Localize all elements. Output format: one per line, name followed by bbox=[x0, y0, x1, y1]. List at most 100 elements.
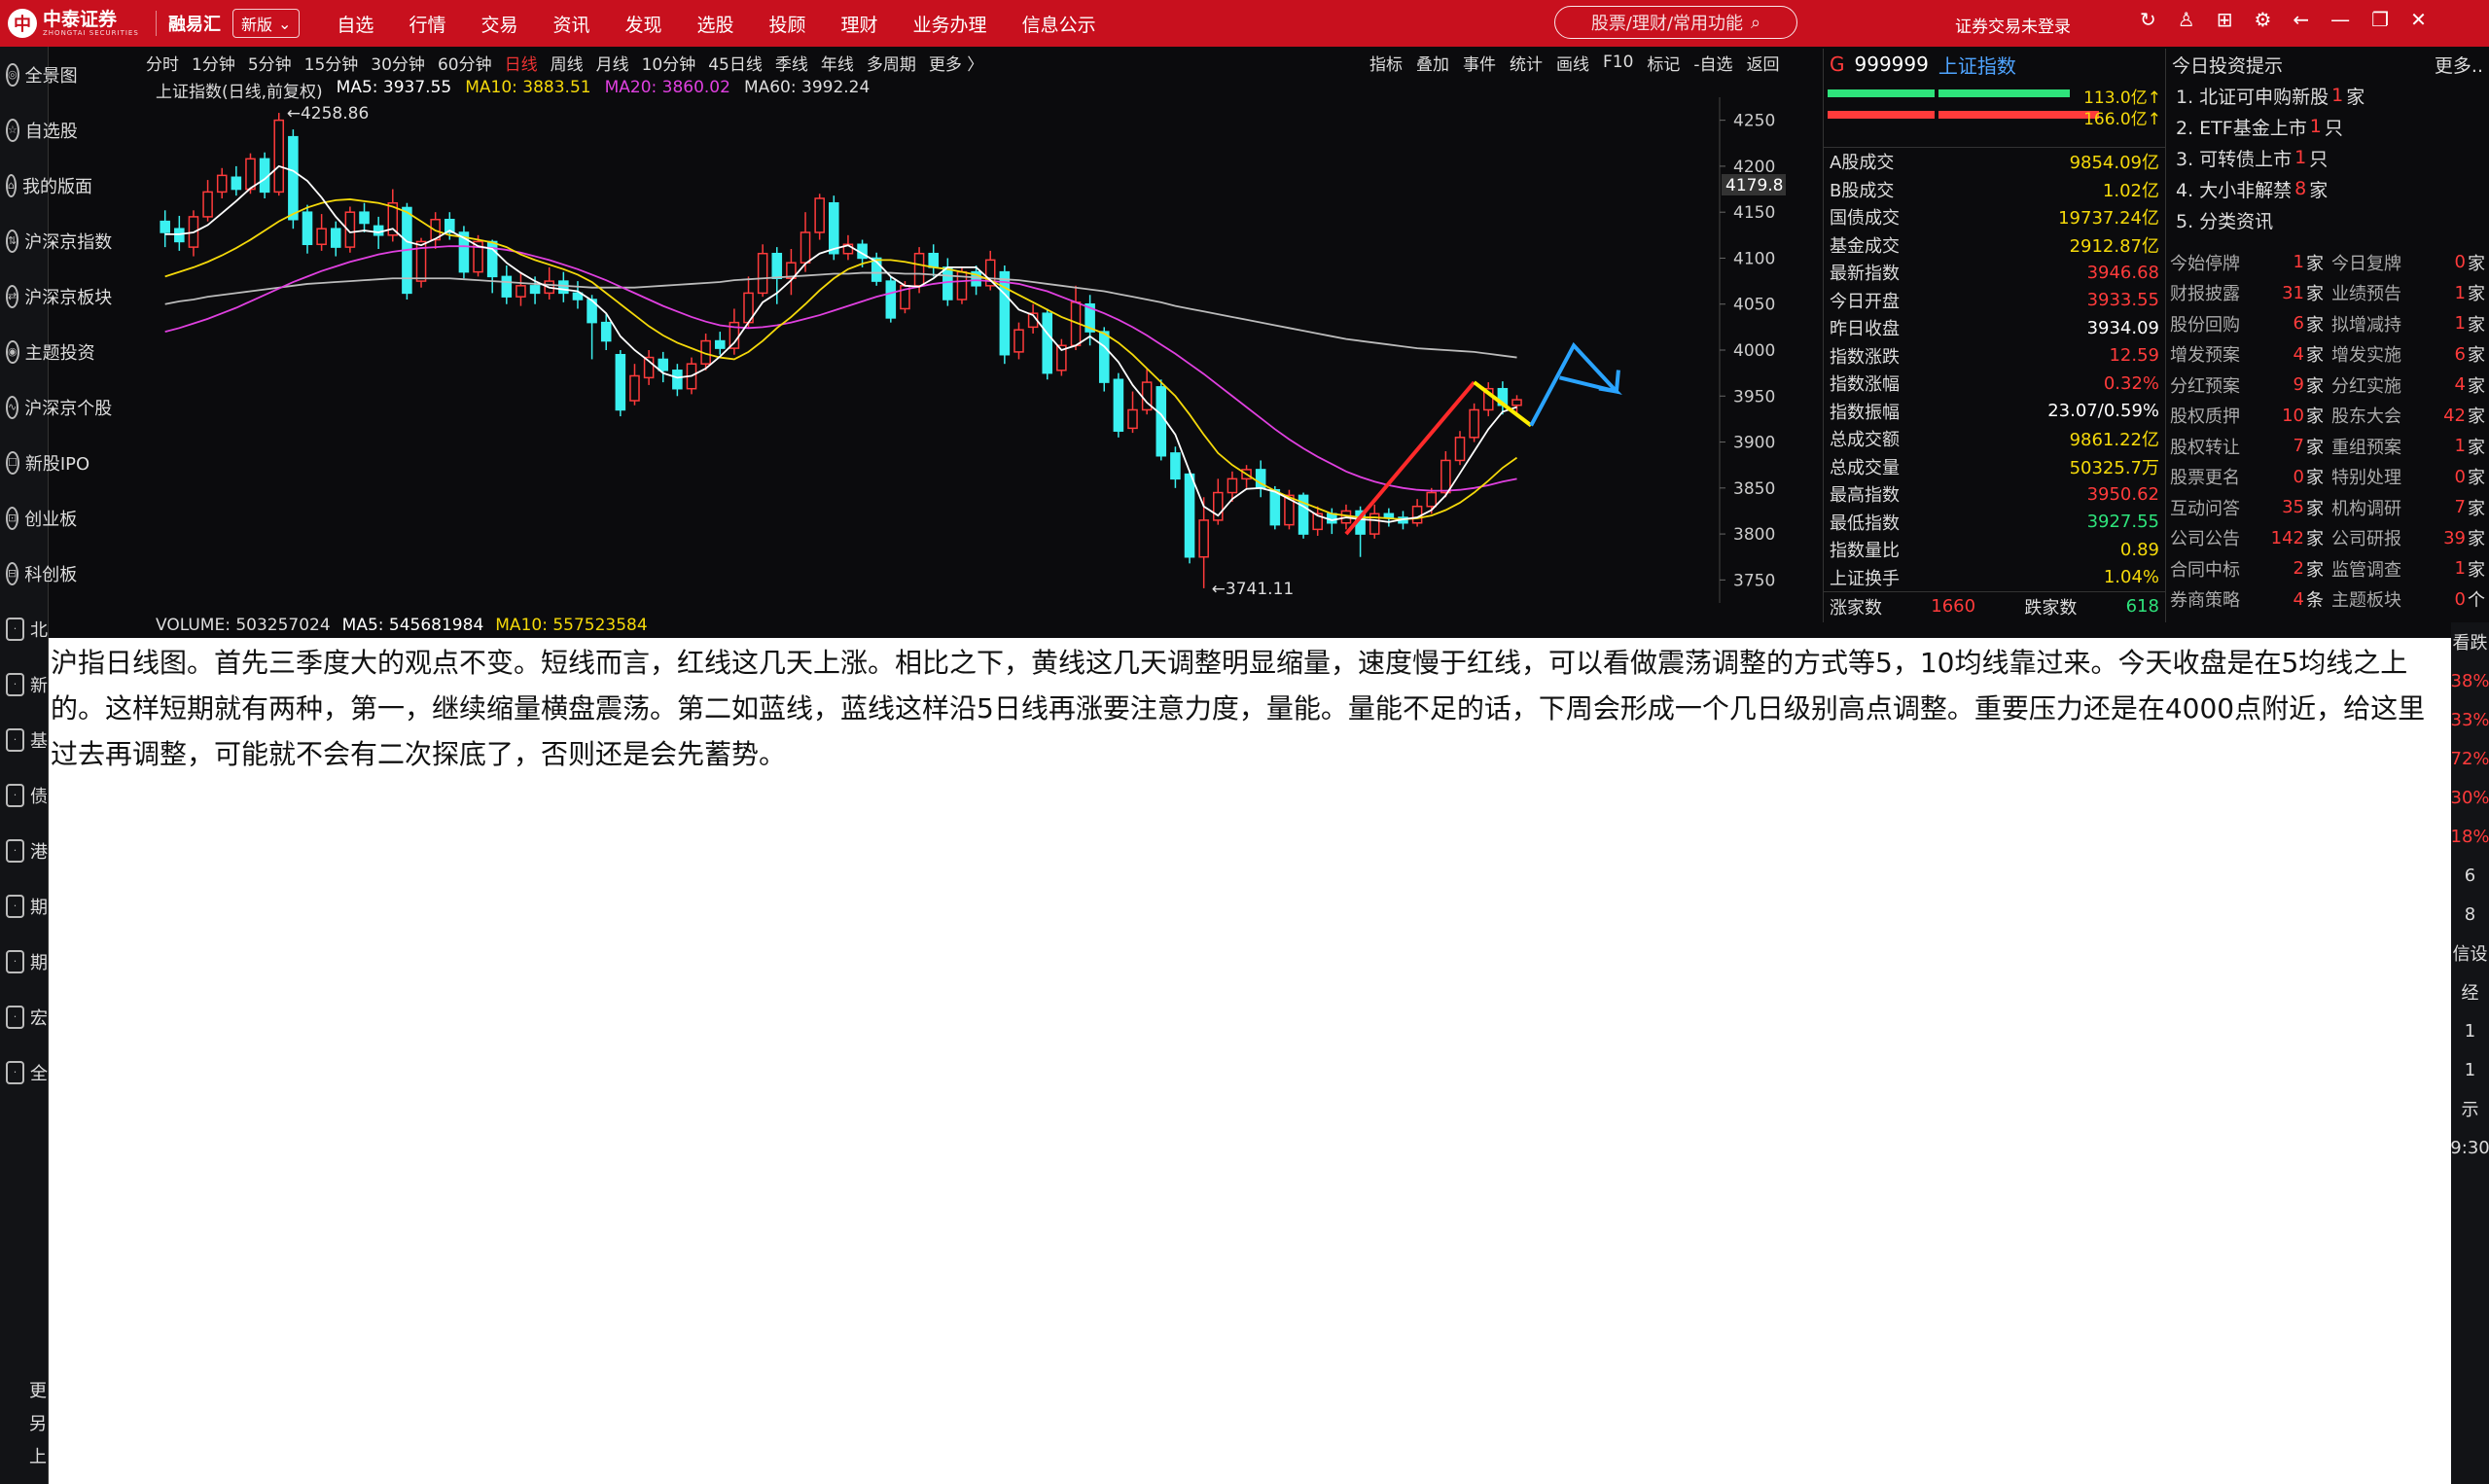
menu-item-6[interactable]: 投顾 bbox=[752, 11, 824, 37]
sidebar-item-4[interactable]: ⇄ 沪深京板块 bbox=[0, 268, 112, 324]
search-icon[interactable]: ⌕ bbox=[1751, 13, 1760, 33]
tips-grid-cell[interactable]: 股东大会 42 家 bbox=[2328, 403, 2489, 428]
tips-grid-cell[interactable]: 主题板块 0 个 bbox=[2328, 586, 2489, 612]
period-tab-2[interactable]: 5分钟 bbox=[248, 51, 292, 75]
menu-item-9[interactable]: 信息公示 bbox=[1005, 11, 1114, 37]
tips-grid-cell[interactable]: 股权质押 10 家 bbox=[2166, 403, 2328, 428]
menu-item-7[interactable]: 理财 bbox=[824, 11, 896, 37]
skin-icon[interactable]: ♙ bbox=[2178, 8, 2195, 31]
tips-grid-cell[interactable]: 券商策略 4 条 bbox=[2166, 586, 2328, 612]
tips-grid-cell[interactable]: 业绩预告 1 家 bbox=[2328, 280, 2489, 305]
version-select[interactable]: 新版 ⌄ bbox=[232, 9, 301, 38]
tool-button-8[interactable]: 返回 bbox=[1747, 51, 1780, 75]
tips-grid-cell[interactable]: 拟增减持 1 家 bbox=[2328, 311, 2489, 336]
sidebar-extra-5[interactable]: · 期 bbox=[0, 878, 48, 934]
tips-grid-cell[interactable]: 今始停牌 1 家 bbox=[2166, 250, 2328, 275]
menu-item-1[interactable]: 行情 bbox=[391, 11, 463, 37]
tool-button-4[interactable]: 画线 bbox=[1556, 51, 1589, 75]
tips-grid-cell[interactable]: 重组预案 1 家 bbox=[2328, 434, 2489, 459]
period-tab-3[interactable]: 15分钟 bbox=[304, 51, 359, 75]
restore-icon[interactable]: ❐ bbox=[2371, 8, 2389, 31]
tips-grid-cell[interactable]: 机构调研 7 家 bbox=[2328, 495, 2489, 520]
sidebar-item-3[interactable]: ⇅ 沪深京指数 bbox=[0, 213, 112, 268]
sidebar-extra-1[interactable]: · 新 bbox=[0, 656, 48, 712]
tips-grid-cell[interactable]: 股权转让 7 家 bbox=[2166, 434, 2328, 459]
tips-grid-cell[interactable]: 公司公告 142 家 bbox=[2166, 525, 2328, 550]
period-tab-13[interactable]: 多周期 bbox=[867, 51, 916, 75]
tip-item-0[interactable]: 1. 北证可申购新股 1 家 bbox=[2166, 80, 2489, 111]
period-tab-4[interactable]: 30分钟 bbox=[371, 51, 425, 75]
grid-icon[interactable]: ⊞ bbox=[2217, 8, 2233, 31]
sidebar-extra-6[interactable]: · 期 bbox=[0, 934, 48, 989]
tool-button-2[interactable]: 事件 bbox=[1463, 51, 1496, 75]
refresh-icon[interactable]: ↻ bbox=[2140, 8, 2156, 31]
sidebar-item-1[interactable]: ☆ 自选股 bbox=[0, 102, 78, 158]
period-tab-8[interactable]: 月线 bbox=[596, 51, 629, 75]
sidebar-bottom-2[interactable]: 上 bbox=[29, 1441, 47, 1474]
sidebar-item-7[interactable]: ☐ 新股IPO bbox=[0, 435, 89, 490]
quote-name[interactable]: 上证指数 bbox=[1938, 51, 2016, 79]
sidebar-extra-7[interactable]: · 宏 bbox=[0, 989, 48, 1044]
menu-item-5[interactable]: 选股 bbox=[680, 11, 752, 37]
tip-item-3[interactable]: 4. 大小非解禁 8 家 bbox=[2166, 173, 2489, 204]
tips-grid-cell[interactable]: 股份回购 6 家 bbox=[2166, 311, 2328, 336]
tips-grid-cell[interactable]: 分红预案 9 家 bbox=[2166, 372, 2328, 398]
sidebar-item-2[interactable]: ⌂ 我的版面 bbox=[0, 158, 92, 213]
period-tab-9[interactable]: 10分钟 bbox=[642, 51, 696, 75]
tips-grid-cell[interactable]: 增发预案 4 家 bbox=[2166, 341, 2328, 367]
menu-item-8[interactable]: 业务办理 bbox=[896, 11, 1005, 37]
menu-item-0[interactable]: 自选 bbox=[319, 11, 391, 37]
tips-grid-cell[interactable]: 增发实施 6 家 bbox=[2328, 341, 2489, 367]
kline-chart[interactable]: 4250 4200 4150 4100 4050 4000 3950 3900 3850 3800… bbox=[154, 97, 1821, 613]
close-icon[interactable]: ✕ bbox=[2410, 8, 2427, 31]
settings-icon[interactable]: ⚙ bbox=[2254, 8, 2271, 31]
tool-button-7[interactable]: -自选 bbox=[1693, 51, 1732, 75]
period-tab-7[interactable]: 周线 bbox=[551, 51, 584, 75]
tips-grid-cell[interactable]: 互动问答 35 家 bbox=[2166, 495, 2328, 520]
menu-item-3[interactable]: 资讯 bbox=[535, 11, 607, 37]
tips-grid-cell[interactable]: 今日复牌 0 家 bbox=[2328, 250, 2489, 275]
menu-item-4[interactable]: 发现 bbox=[607, 11, 679, 37]
tips-more-link[interactable]: 更多.. bbox=[2435, 52, 2483, 78]
sidebar-bottom-0[interactable]: 更 bbox=[29, 1375, 47, 1408]
back-icon[interactable]: ← bbox=[2293, 8, 2309, 31]
login-status[interactable]: 证券交易未登录 bbox=[1955, 13, 2071, 37]
sidebar-item-6[interactable]: ∿ 沪深京个股 bbox=[0, 379, 112, 435]
period-tab-10[interactable]: 45日线 bbox=[708, 51, 763, 75]
menu-item-2[interactable]: 交易 bbox=[463, 11, 535, 37]
tips-grid-cell[interactable]: 合同中标 2 家 bbox=[2166, 556, 2328, 582]
period-tab-14[interactable]: 更多 〉 bbox=[929, 51, 983, 75]
sidebar-item-9[interactable]: ⊟ 科创板 bbox=[0, 546, 77, 601]
tips-grid-cell[interactable]: 分红实施 4 家 bbox=[2328, 372, 2489, 398]
sidebar-extra-4[interactable]: · 港 bbox=[0, 823, 48, 878]
search-input[interactable]: 股票/理财/常用功能 ⌕ bbox=[1554, 6, 1797, 39]
tip-item-2[interactable]: 3. 可转债上市 1 只 bbox=[2166, 142, 2489, 173]
minimize-icon[interactable]: — bbox=[2330, 8, 2350, 31]
tool-button-6[interactable]: 标记 bbox=[1647, 51, 1680, 75]
tip-item-1[interactable]: 2. ETF基金上市 1 只 bbox=[2166, 111, 2489, 142]
sidebar-extra-3[interactable]: · 债 bbox=[0, 767, 48, 823]
tool-button-3[interactable]: 统计 bbox=[1510, 51, 1543, 75]
period-tab-5[interactable]: 60分钟 bbox=[438, 51, 492, 75]
tip-item-4[interactable]: 5. 分类资讯 bbox=[2166, 204, 2489, 235]
period-tab-0[interactable]: 分时 bbox=[146, 51, 179, 75]
sidebar-extra-2[interactable]: · 基 bbox=[0, 712, 48, 767]
period-tab-1[interactable]: 1分钟 bbox=[192, 51, 235, 75]
period-tab-12[interactable]: 年线 bbox=[821, 51, 854, 75]
tool-button-1[interactable]: 叠加 bbox=[1416, 51, 1449, 75]
sidebar-extra-8[interactable]: · 全 bbox=[0, 1044, 48, 1100]
tips-grid-cell[interactable]: 股票更名 0 家 bbox=[2166, 464, 2328, 489]
sidebar-bottom-1[interactable]: 另 bbox=[29, 1408, 47, 1441]
period-tab-11[interactable]: 季线 bbox=[775, 51, 808, 75]
sidebar-extra-0[interactable]: · 北 bbox=[0, 601, 48, 656]
tool-button-0[interactable]: 指标 bbox=[1369, 51, 1403, 75]
period-tab-6[interactable]: 日线 bbox=[505, 51, 538, 75]
sidebar-item-0[interactable]: ◎ 全景图 bbox=[0, 47, 78, 102]
tool-button-5[interactable]: F10 bbox=[1603, 53, 1633, 72]
sidebar-item-8[interactable]: ⊡ 创业板 bbox=[0, 490, 77, 546]
tips-grid-cell[interactable]: 公司研报 39 家 bbox=[2328, 525, 2489, 550]
tips-grid-cell[interactable]: 特别处理 0 家 bbox=[2328, 464, 2489, 489]
tips-grid-cell[interactable]: 财报披露 31 家 bbox=[2166, 280, 2328, 305]
tips-grid-cell[interactable]: 监管调查 1 家 bbox=[2328, 556, 2489, 582]
sidebar-item-5[interactable]: ◉ 主题投资 bbox=[0, 324, 95, 379]
